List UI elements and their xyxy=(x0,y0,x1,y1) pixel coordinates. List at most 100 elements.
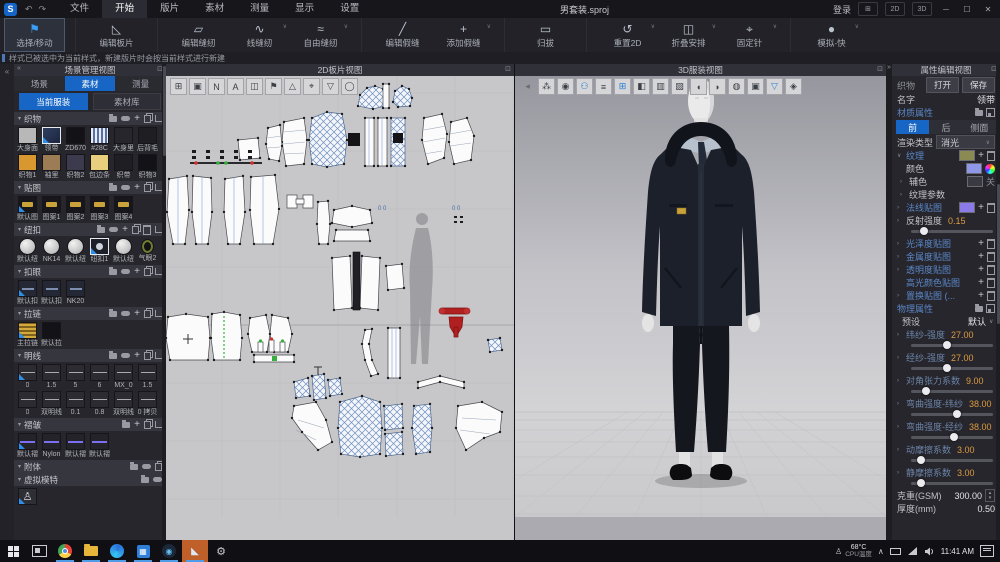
redo-icon[interactable]: ↷ xyxy=(39,4,47,15)
expand-arrow-icon[interactable]: › xyxy=(897,424,903,430)
color-picker-icon[interactable] xyxy=(985,164,995,174)
tool-pin[interactable]: ⌖固定针∨ xyxy=(719,18,780,52)
material-item[interactable]: 默认纽 xyxy=(65,238,86,264)
material-swatch[interactable] xyxy=(66,154,85,171)
plus-icon[interactable]: + xyxy=(134,352,140,359)
material-item[interactable]: 默认纽 xyxy=(17,238,38,264)
material-swatch[interactable] xyxy=(138,364,157,381)
expand-arrow-icon[interactable]: › xyxy=(897,205,903,211)
slider-knob[interactable] xyxy=(917,479,925,487)
material-swatch[interactable] xyxy=(67,238,84,255)
pin-icon[interactable]: ⌖ xyxy=(303,78,320,95)
thickness-icon[interactable]: ▥ xyxy=(652,78,669,95)
subtab-素材库[interactable]: 素材库 xyxy=(93,93,162,110)
normal-map-swatch[interactable] xyxy=(959,202,975,213)
tab-素材[interactable]: 素材 xyxy=(65,76,116,91)
material-item[interactable]: 织带 xyxy=(113,154,134,180)
material-item[interactable]: 5 xyxy=(65,364,86,390)
material-swatch[interactable] xyxy=(66,280,85,297)
slider-knob[interactable] xyxy=(920,227,928,235)
expand-arrow-icon[interactable]: › xyxy=(897,293,903,299)
collapse-arrow-icon[interactable]: ∨ xyxy=(897,152,903,159)
collapse-arrow-icon[interactable]: ▾ xyxy=(18,421,21,428)
pattern-piece[interactable] xyxy=(331,255,353,311)
copy-icon[interactable] xyxy=(144,421,151,429)
pattern-piece[interactable] xyxy=(210,311,243,361)
dropdown-arrow-icon[interactable]: ∨ xyxy=(712,23,716,30)
menu-item-测量[interactable]: 测量 xyxy=(237,0,282,18)
material-swatch[interactable] xyxy=(19,238,36,255)
copy-icon[interactable] xyxy=(132,226,139,234)
menu-item-文件[interactable]: 文件 xyxy=(57,0,102,18)
corner-icon[interactable] xyxy=(155,184,162,191)
normal-map-row[interactable]: ›法线贴图+ xyxy=(892,201,1000,214)
save-button[interactable]: 保存 xyxy=(962,77,995,93)
add-icon[interactable]: + xyxy=(978,240,984,247)
trash-icon[interactable] xyxy=(987,291,995,301)
reflect-strength-slider[interactable] xyxy=(911,230,993,233)
secondary-color-swatch[interactable] xyxy=(967,176,983,187)
material-item[interactable]: 默认图 xyxy=(17,196,38,222)
task-view-button[interactable] xyxy=(26,540,52,562)
pin-icon[interactable]: ⊡ xyxy=(877,65,883,73)
material-swatch[interactable] xyxy=(90,154,109,171)
pattern-pieces-svg[interactable]: 0 00 0 xyxy=(166,76,514,517)
marquee-icon[interactable]: ▽ xyxy=(766,78,783,95)
trash-icon[interactable] xyxy=(987,265,995,275)
copy-icon[interactable] xyxy=(144,184,151,192)
dark-app-taskbar-icon[interactable]: ◉ xyxy=(156,540,182,562)
taskbar-clock[interactable]: 11:41 AM xyxy=(941,547,974,556)
pattern-piece[interactable] xyxy=(166,313,211,361)
tool-fold-arrange[interactable]: ◫折叠安排∨ xyxy=(658,18,719,52)
material-swatch[interactable] xyxy=(42,196,61,213)
menu-item-素材[interactable]: 素材 xyxy=(192,0,237,18)
material-swatch[interactable] xyxy=(138,154,157,171)
material-item[interactable]: 大身面 xyxy=(17,127,38,153)
layout-view-button[interactable]: ⊞ xyxy=(858,2,878,16)
material-swatch[interactable] xyxy=(114,154,133,171)
plus-icon[interactable]: + xyxy=(122,226,128,233)
material-item[interactable]: 纽扣1 xyxy=(89,238,110,264)
material-swatch[interactable] xyxy=(42,280,61,297)
section-header-附体[interactable]: ▾附体 xyxy=(14,460,166,473)
material-item[interactable]: 气眼2 xyxy=(137,238,158,264)
plus-icon[interactable]: + xyxy=(134,268,140,275)
add-icon[interactable]: + xyxy=(978,266,984,273)
expand-arrow-icon[interactable]: › xyxy=(897,267,903,273)
material-item[interactable]: 默认褶 xyxy=(17,433,38,459)
pattern-piece[interactable] xyxy=(383,403,404,431)
save-icon[interactable] xyxy=(986,304,995,313)
material-swatch[interactable] xyxy=(18,391,37,408)
network-tray-icon[interactable] xyxy=(907,547,918,556)
material-swatch[interactable] xyxy=(114,196,133,213)
material-item[interactable]: 默认拉 xyxy=(41,322,62,348)
expand-arrow-icon[interactable]: › xyxy=(897,218,903,224)
material-item[interactable]: ZD670 xyxy=(65,127,86,153)
material-item[interactable]: 包边条 xyxy=(89,154,110,180)
material-swatch[interactable] xyxy=(90,238,109,255)
avatar-display-icon[interactable]: ⚇ xyxy=(576,78,593,95)
corner-icon[interactable] xyxy=(155,268,162,275)
material-item[interactable]: 默认褶 xyxy=(65,433,86,459)
folder-icon[interactable] xyxy=(109,311,117,317)
material-swatch[interactable] xyxy=(18,154,37,171)
tool-select-move[interactable]: ⚑选择/移动 xyxy=(4,18,65,52)
material-section-header[interactable]: 材质属性 xyxy=(892,106,1000,119)
pattern-piece[interactable] xyxy=(333,229,371,242)
material-item[interactable]: 主拉链 xyxy=(17,322,38,348)
cloud-icon[interactable] xyxy=(121,185,130,190)
material-swatch[interactable] xyxy=(43,238,60,255)
map-row[interactable]: ›置换贴图 (...+ xyxy=(892,289,1000,302)
menu-item-显示[interactable]: 显示 xyxy=(282,0,327,18)
touchpad-tray-icon[interactable] xyxy=(890,547,901,556)
volume-tray-icon[interactable] xyxy=(924,547,935,556)
material-swatch[interactable] xyxy=(90,391,109,408)
material-item[interactable]: ♙ xyxy=(17,488,38,505)
section-header-贴图[interactable]: ▾贴图+ xyxy=(14,181,166,194)
material-swatch[interactable] xyxy=(90,433,109,450)
material-item[interactable]: 织物2 xyxy=(65,154,86,180)
collapse-arrow-icon[interactable]: ▾ xyxy=(18,115,21,122)
add-icon[interactable]: + xyxy=(978,152,984,159)
pattern-outline-icon[interactable]: ◫ xyxy=(246,78,263,95)
corner-icon[interactable] xyxy=(155,352,162,359)
